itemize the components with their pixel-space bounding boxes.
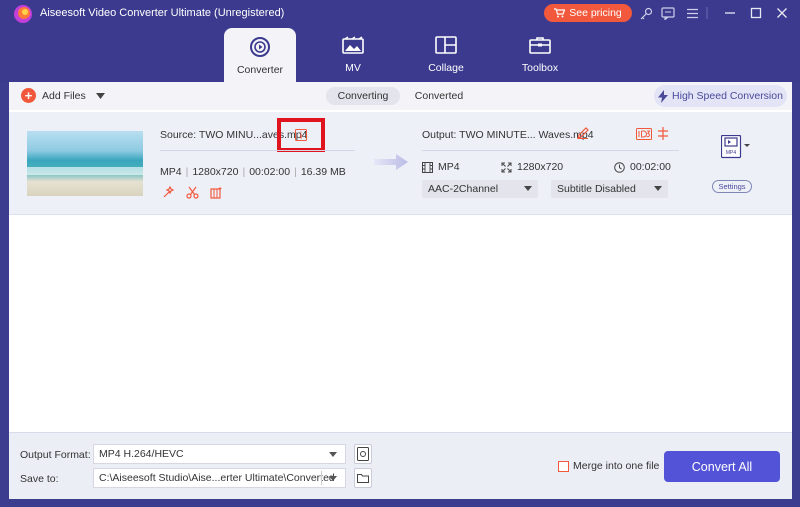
feedback-icon[interactable] xyxy=(660,4,676,22)
minimize-icon[interactable] xyxy=(722,4,738,22)
output-format-info: MP4 xyxy=(422,161,460,173)
tab-converted[interactable]: Converted xyxy=(405,87,473,105)
output-resolution-info: 1280x720 xyxy=(501,161,563,173)
edit-filename-icon[interactable] xyxy=(577,127,589,139)
app-title: Aiseesoft Video Converter Ultimate (Unre… xyxy=(40,7,285,19)
save-to-value: C:\Aiseesoft Studio\Aise...erter Ultimat… xyxy=(99,472,335,484)
add-files-label: Add Files xyxy=(42,89,86,102)
clock-icon xyxy=(614,161,625,173)
merge-checkbox[interactable]: Merge into one file xyxy=(558,460,659,472)
tab-mv[interactable]: MV xyxy=(317,28,389,80)
tab-toolbox[interactable]: Toolbox xyxy=(504,28,576,80)
output-filename: Output: TWO MINUTE... Waves.mp4 xyxy=(422,129,594,141)
resize-icon xyxy=(501,162,512,172)
file-list: Source: TWO MINU...aves.mp4 MP4 | 1280x72… xyxy=(9,110,792,432)
subtitle-select[interactable]: Subtitle Disabled xyxy=(551,180,668,198)
chevron-down-icon xyxy=(329,476,337,481)
toolbox-icon xyxy=(529,37,551,54)
tab-converter[interactable]: Converter xyxy=(224,28,296,82)
convert-arrow-icon xyxy=(374,154,408,170)
merge-label: Merge into one file xyxy=(573,460,660,472)
settings-button[interactable]: Settings xyxy=(712,180,752,193)
source-resolution: 1280x720 xyxy=(192,166,239,178)
format-settings-icon xyxy=(357,447,369,461)
high-speed-label: High Speed Conversion xyxy=(672,90,783,102)
tab-toolbox-label: Toolbox xyxy=(521,62,559,74)
file-item: Source: TWO MINU...aves.mp4 MP4 | 1280x72… xyxy=(9,112,792,215)
lightning-icon xyxy=(658,89,669,103)
cart-icon xyxy=(554,8,566,18)
save-to-label: Save to: xyxy=(20,473,59,485)
converter-icon xyxy=(250,37,270,57)
sliders-icon[interactable] xyxy=(657,127,669,140)
output-format-label: Output Format: xyxy=(20,449,91,461)
source-format: MP4 xyxy=(160,166,182,178)
output-format-select[interactable]: MP4 H.264/HEVC xyxy=(93,444,346,464)
close-icon[interactable] xyxy=(774,4,790,22)
output-duration-info: 00:02:00 xyxy=(614,161,671,173)
add-files-button[interactable]: + Add Files xyxy=(21,88,105,103)
output-divider xyxy=(422,150,679,151)
see-pricing-button[interactable]: See pricing xyxy=(544,4,632,22)
save-to-select[interactable]: C:\Aiseesoft Studio\Aise...erter Ultimat… xyxy=(93,468,346,488)
audio-track-select[interactable]: AAC-2Channel xyxy=(422,180,538,198)
id3-icon[interactable] xyxy=(636,128,652,140)
tab-converting[interactable]: Converting xyxy=(326,87,400,105)
audio-track-value: AAC-2Channel xyxy=(428,183,499,195)
open-folder-button[interactable] xyxy=(354,468,372,488)
output-format-value: MP4 H.264/HEVC xyxy=(99,448,184,460)
enhance-icon[interactable] xyxy=(162,186,175,199)
tab-mv-label: MV xyxy=(345,62,361,74)
output-resolution: 1280x720 xyxy=(517,161,564,173)
format-badge: MP4 xyxy=(726,150,737,156)
mv-icon xyxy=(342,36,364,54)
output-format-icon[interactable]: MP4 xyxy=(721,135,751,159)
output-format: MP4 xyxy=(438,161,460,173)
plus-icon: + xyxy=(21,88,36,103)
video-thumbnail[interactable] xyxy=(27,131,143,196)
cut-icon[interactable] xyxy=(186,186,199,199)
source-metadata: MP4 | 1280x720 | 00:02:00 | 16.39 MB xyxy=(160,166,346,178)
tab-converter-label: Converter xyxy=(236,64,284,76)
source-duration: 00:02:00 xyxy=(249,166,291,178)
key-icon[interactable] xyxy=(638,4,654,22)
menu-icon[interactable] xyxy=(684,4,700,22)
bottom-bar: Output Format: MP4 H.264/HEVC Save to: C… xyxy=(9,432,792,499)
edit-effects-icon[interactable] xyxy=(210,186,223,199)
maximize-icon[interactable] xyxy=(748,4,764,22)
chevron-down-icon[interactable] xyxy=(95,92,105,99)
folder-icon xyxy=(357,474,369,483)
source-divider xyxy=(160,150,355,151)
title-divider xyxy=(705,4,709,22)
converter-toolbar: + Add Files Converting Converted High Sp… xyxy=(9,82,792,110)
tab-collage[interactable]: Collage xyxy=(410,28,482,80)
app-logo-icon xyxy=(14,5,32,23)
collage-icon xyxy=(435,36,457,54)
source-size: 16.39 MB xyxy=(300,166,346,178)
checkbox-icon[interactable] xyxy=(558,460,569,472)
convert-all-button[interactable]: Convert All xyxy=(664,451,780,482)
title-bar: Aiseesoft Video Converter Ultimate (Unre… xyxy=(0,0,800,82)
see-pricing-label: See pricing xyxy=(569,7,622,19)
subtitle-value: Subtitle Disabled xyxy=(557,183,636,195)
high-speed-conversion-button[interactable]: High Speed Conversion xyxy=(654,85,787,107)
format-settings-button[interactable] xyxy=(354,444,372,464)
chevron-down-icon xyxy=(524,186,532,191)
chevron-down-icon xyxy=(654,186,662,191)
output-duration: 00:02:00 xyxy=(630,161,671,173)
highlight-box xyxy=(277,118,325,152)
source-actions xyxy=(162,186,223,199)
film-icon xyxy=(422,161,433,173)
tab-collage-label: Collage xyxy=(428,62,464,74)
chevron-down-icon xyxy=(329,452,337,457)
